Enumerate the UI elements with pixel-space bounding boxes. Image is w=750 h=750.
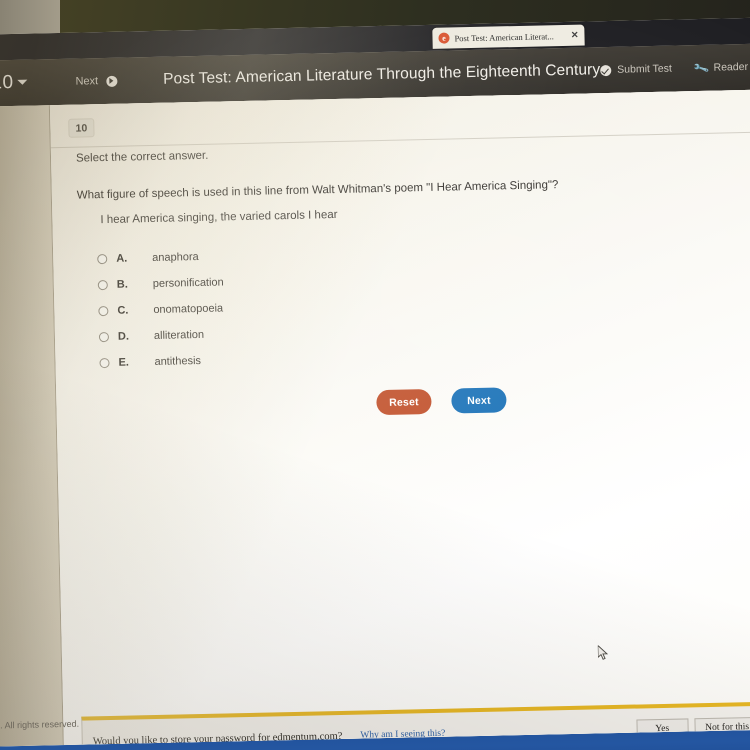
answer-options-list: A. anaphora B. personification C. onomat… — [97, 243, 226, 376]
reader-tools-label: Reader Tools — [713, 60, 750, 74]
radio-button-e[interactable] — [99, 357, 110, 369]
next-question-button[interactable]: Next — [75, 75, 118, 88]
radio-button-b[interactable] — [97, 279, 108, 291]
radio-button-a[interactable] — [97, 253, 108, 265]
reader-tools-button[interactable]: 🔧 Reader Tools — [692, 60, 750, 77]
submit-test-button[interactable]: Submit Test — [600, 63, 672, 77]
play-circle-icon — [106, 75, 118, 87]
answer-option-b[interactable]: B. personification — [97, 269, 224, 298]
option-letter-e: E. — [118, 356, 130, 369]
option-text-a: anaphora — [152, 250, 199, 265]
action-buttons: Reset Next — [376, 387, 507, 416]
mouse-cursor-icon — [597, 645, 609, 660]
question-number-dropdown[interactable]: 10 — [0, 72, 28, 95]
photograph-of-screen: e Post Test: American Literat... ✕ vious… — [0, 0, 750, 750]
answer-option-d[interactable]: D. alliteration — [98, 321, 225, 350]
option-text-b: personification — [152, 276, 224, 290]
navbar-actions: Submit Test 🔧 Reader Tools — [600, 60, 750, 77]
monitor-screen: e Post Test: American Literat... ✕ vious… — [0, 17, 750, 747]
option-text-e: antithesis — [154, 354, 202, 368]
question-number-badge: 10 — [68, 118, 95, 138]
answer-option-c[interactable]: C. onomatopoeia — [98, 295, 224, 324]
radio-button-d[interactable] — [98, 331, 110, 343]
close-icon[interactable]: ✕ — [571, 30, 579, 41]
browser-tab[interactable]: e Post Test: American Literat... ✕ — [432, 24, 585, 49]
next-question-label: Next — [75, 75, 99, 88]
option-letter-b: B. — [116, 278, 128, 291]
app-body: 10 Select the correct answer. What figur… — [0, 89, 750, 747]
option-text-c: onomatopoeia — [153, 302, 224, 316]
answer-option-a[interactable]: A. anaphora — [97, 243, 223, 272]
next-button[interactable]: Next — [451, 387, 507, 414]
submit-test-label: Submit Test — [617, 62, 673, 76]
radio-button-c[interactable] — [98, 305, 109, 317]
option-letter-d: D. — [117, 330, 130, 343]
option-text-d: alliteration — [153, 328, 205, 342]
test-title: Post Test: American Literature Through t… — [162, 61, 601, 88]
option-letter-a: A. — [116, 252, 128, 265]
wrench-icon: 🔧 — [692, 60, 710, 77]
check-circle-icon — [600, 64, 612, 76]
edmentum-favicon-icon: e — [438, 32, 450, 44]
chevron-down-icon — [17, 79, 28, 85]
question-number-value: 10 — [0, 71, 14, 94]
reset-button[interactable]: Reset — [376, 388, 432, 416]
option-letter-c: C. — [117, 304, 129, 317]
question-content-area: 10 Select the correct answer. What figur… — [49, 89, 750, 746]
answer-option-e[interactable]: E. antithesis — [99, 347, 225, 376]
browser-tab-title: Post Test: American Literat... — [454, 30, 554, 43]
